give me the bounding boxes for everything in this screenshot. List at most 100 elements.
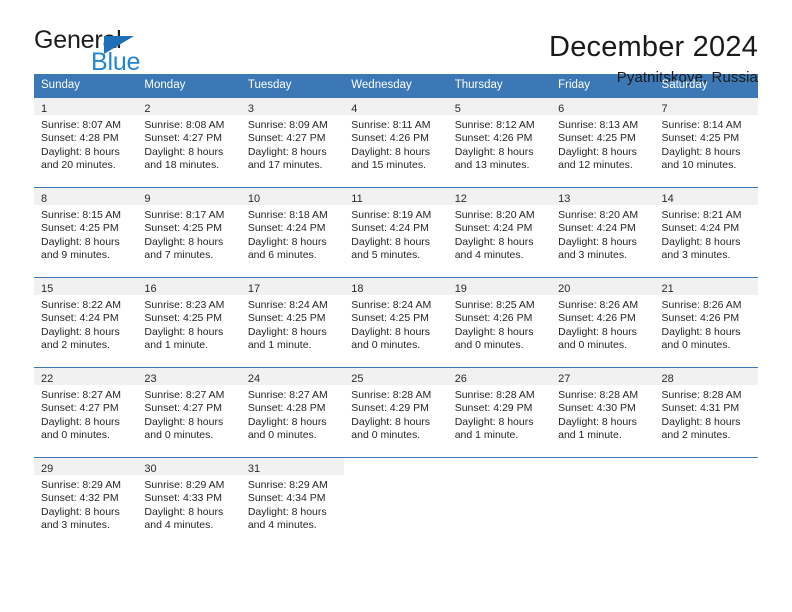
day-number-band: 8 <box>34 188 138 205</box>
day-cell[interactable]: 3 Sunrise: 8:09 AM Sunset: 4:27 PM Dayli… <box>240 98 345 174</box>
day-cell[interactable]: 5 Sunrise: 8:12 AM Sunset: 4:26 PM Dayli… <box>447 98 552 174</box>
day-details: Sunrise: 8:20 AM Sunset: 4:24 PM Dayligh… <box>448 205 551 263</box>
daylight-text-line1: Daylight: 8 hours <box>661 145 741 158</box>
daylight-text-line1: Daylight: 8 hours <box>558 415 637 428</box>
daylight-text-line2: and 4 minutes. <box>454 249 524 262</box>
day-cell[interactable]: 7 Sunrise: 8:14 AM Sunset: 4:25 PM Dayli… <box>654 98 758 174</box>
general-blue-logo[interactable]: General Blue <box>34 28 184 80</box>
day-cell[interactable]: 15 Sunrise: 8:22 AM Sunset: 4:24 PM Dayl… <box>34 278 138 354</box>
day-cell[interactable]: 20 Sunrise: 8:26 AM Sunset: 4:26 PM Dayl… <box>551 278 655 354</box>
sunset-text: Sunset: 4:25 PM <box>661 132 740 145</box>
day-number-band: 18 <box>344 278 448 295</box>
day-details: Sunrise: 8:29 AM Sunset: 4:34 PM Dayligh… <box>241 475 344 533</box>
sunrise-text: Sunrise: 8:11 AM <box>351 119 431 131</box>
day-cell[interactable]: 27 Sunrise: 8:28 AM Sunset: 4:30 PM Dayl… <box>551 368 655 444</box>
day-details: Sunrise: 8:24 AM Sunset: 4:25 PM Dayligh… <box>241 295 344 353</box>
sunset-text: Sunset: 4:24 PM <box>454 222 533 235</box>
day-cell[interactable]: 11 Sunrise: 8:19 AM Sunset: 4:24 PM Dayl… <box>344 188 448 264</box>
day-number-band: 6 <box>551 98 655 115</box>
day-cell[interactable]: 14 Sunrise: 8:21 AM Sunset: 4:24 PM Dayl… <box>654 188 758 264</box>
day-number-band: 16 <box>137 278 241 295</box>
day-cell[interactable]: 31 Sunrise: 8:29 AM Sunset: 4:34 PM Dayl… <box>240 458 345 534</box>
day-cell[interactable]: 26 Sunrise: 8:28 AM Sunset: 4:29 PM Dayl… <box>447 368 552 444</box>
day-details: Sunrise: 8:18 AM Sunset: 4:24 PM Dayligh… <box>241 205 344 263</box>
day-number-band: 25 <box>344 368 448 385</box>
daylight-text-line2: and 9 minutes. <box>41 249 110 262</box>
day-number: 12 <box>454 193 467 205</box>
day-cell[interactable]: 17 Sunrise: 8:24 AM Sunset: 4:25 PM Dayl… <box>240 278 345 354</box>
daylight-text-line1: Daylight: 8 hours <box>454 145 534 158</box>
day-cell[interactable]: 22 Sunrise: 8:27 AM Sunset: 4:27 PM Dayl… <box>34 368 138 444</box>
sunrise-text: Sunrise: 8:26 AM <box>661 299 742 311</box>
day-details: Sunrise: 8:08 AM Sunset: 4:27 PM Dayligh… <box>137 115 240 173</box>
day-number-band: 22 <box>34 368 138 385</box>
day-number: 13 <box>558 193 571 205</box>
daylight-text-line1: Daylight: 8 hours <box>454 415 534 428</box>
day-number: 10 <box>247 193 261 205</box>
day-details: Sunrise: 8:11 AM Sunset: 4:26 PM Dayligh… <box>344 115 447 173</box>
daylight-text-line2: and 5 minutes. <box>351 249 421 262</box>
sunrise-text: Sunrise: 8:25 AM <box>454 299 535 311</box>
day-number-band: 9 <box>137 188 241 205</box>
day-details: Sunrise: 8:21 AM Sunset: 4:24 PM Dayligh… <box>655 205 758 263</box>
day-number-band: 23 <box>137 368 241 385</box>
sunset-text: Sunset: 4:27 PM <box>144 402 223 415</box>
daylight-text-line2: and 20 minutes. <box>41 159 116 172</box>
day-cell[interactable]: 4 Sunrise: 8:11 AM Sunset: 4:26 PM Dayli… <box>344 98 448 174</box>
day-cell[interactable]: 30 Sunrise: 8:29 AM Sunset: 4:33 PM Dayl… <box>137 458 241 534</box>
day-cell[interactable]: 23 Sunrise: 8:27 AM Sunset: 4:27 PM Dayl… <box>137 368 241 444</box>
day-cell[interactable]: 18 Sunrise: 8:24 AM Sunset: 4:25 PM Dayl… <box>344 278 448 354</box>
daylight-text-line1: Daylight: 8 hours <box>661 325 741 338</box>
day-cell[interactable]: 29 Sunrise: 8:29 AM Sunset: 4:32 PM Dayl… <box>34 458 138 534</box>
sunset-text: Sunset: 4:25 PM <box>144 312 223 325</box>
day-number-band <box>551 458 655 475</box>
day-details: Sunrise: 8:28 AM Sunset: 4:31 PM Dayligh… <box>655 385 758 443</box>
day-details: Sunrise: 8:13 AM Sunset: 4:25 PM Dayligh… <box>551 115 654 173</box>
day-details: Sunrise: 8:12 AM Sunset: 4:26 PM Dayligh… <box>448 115 551 173</box>
day-cell[interactable]: 1 Sunrise: 8:07 AM Sunset: 4:28 PM Dayli… <box>34 98 138 174</box>
sunrise-text: Sunrise: 8:07 AM <box>41 119 121 131</box>
sunset-text: Sunset: 4:25 PM <box>41 222 119 235</box>
day-cell[interactable]: 21 Sunrise: 8:26 AM Sunset: 4:26 PM Dayl… <box>654 278 758 354</box>
week-row: 8 Sunrise: 8:15 AM Sunset: 4:25 PM Dayli… <box>34 187 758 264</box>
day-number: 25 <box>351 373 364 385</box>
day-cell[interactable]: 16 Sunrise: 8:23 AM Sunset: 4:25 PM Dayl… <box>137 278 241 354</box>
day-number: 22 <box>41 373 54 385</box>
day-number-band: 30 <box>137 458 241 475</box>
day-details: Sunrise: 8:26 AM Sunset: 4:26 PM Dayligh… <box>551 295 654 353</box>
daylight-text-line2: and 3 minutes. <box>558 249 627 262</box>
day-cell[interactable]: 13 Sunrise: 8:20 AM Sunset: 4:24 PM Dayl… <box>551 188 655 264</box>
sunset-text: Sunset: 4:24 PM <box>661 222 740 235</box>
day-cell[interactable]: 24 Sunrise: 8:27 AM Sunset: 4:28 PM Dayl… <box>240 368 345 444</box>
logo-text-blue: Blue <box>91 48 141 76</box>
weekday-header-friday: Friday <box>558 79 591 91</box>
daylight-text-line1: Daylight: 8 hours <box>247 325 327 338</box>
sunset-text: Sunset: 4:27 PM <box>144 132 223 145</box>
sunrise-text: Sunrise: 8:12 AM <box>454 119 535 131</box>
day-number-band: 17 <box>240 278 345 295</box>
daylight-text-line1: Daylight: 8 hours <box>144 505 224 518</box>
day-cell[interactable]: 6 Sunrise: 8:13 AM Sunset: 4:25 PM Dayli… <box>551 98 655 174</box>
day-details: Sunrise: 8:23 AM Sunset: 4:25 PM Dayligh… <box>137 295 240 353</box>
day-cell[interactable]: 25 Sunrise: 8:28 AM Sunset: 4:29 PM Dayl… <box>344 368 448 444</box>
sunrise-text: Sunrise: 8:15 AM <box>41 209 121 221</box>
day-cell[interactable]: 8 Sunrise: 8:15 AM Sunset: 4:25 PM Dayli… <box>34 188 138 264</box>
day-number-band: 5 <box>447 98 552 115</box>
week-row: 29 Sunrise: 8:29 AM Sunset: 4:32 PM Dayl… <box>34 457 758 534</box>
day-number: 24 <box>247 373 261 385</box>
daylight-text-line1: Daylight: 8 hours <box>41 145 120 158</box>
day-cell[interactable]: 12 Sunrise: 8:20 AM Sunset: 4:24 PM Dayl… <box>447 188 552 264</box>
day-cell[interactable]: 2 Sunrise: 8:08 AM Sunset: 4:27 PM Dayli… <box>137 98 241 174</box>
daylight-text-line2: and 3 minutes. <box>661 249 731 262</box>
day-cell[interactable]: 28 Sunrise: 8:28 AM Sunset: 4:31 PM Dayl… <box>654 368 758 444</box>
daylight-text-line1: Daylight: 8 hours <box>41 505 120 518</box>
day-number: 23 <box>144 373 157 385</box>
day-number: 16 <box>144 283 157 295</box>
day-cell[interactable]: 19 Sunrise: 8:25 AM Sunset: 4:26 PM Dayl… <box>447 278 552 354</box>
day-cell[interactable]: 9 Sunrise: 8:17 AM Sunset: 4:25 PM Dayli… <box>137 188 241 264</box>
day-cell[interactable]: 10 Sunrise: 8:18 AM Sunset: 4:24 PM Dayl… <box>240 188 345 264</box>
day-number-band: 24 <box>240 368 345 385</box>
day-number: 14 <box>661 193 674 205</box>
day-details: Sunrise: 8:20 AM Sunset: 4:24 PM Dayligh… <box>551 205 654 263</box>
sunset-text: Sunset: 4:24 PM <box>247 222 326 235</box>
